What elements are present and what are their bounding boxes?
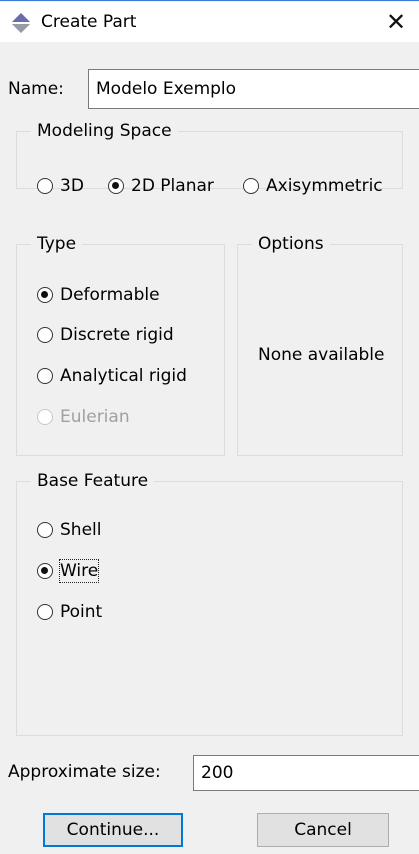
title-bar: Create Part ✕ [0,2,419,42]
radio-shell[interactable]: Shell [37,519,101,541]
create-part-icon [10,13,32,33]
radio-axisymmetric-indicator [243,178,259,194]
name-input[interactable] [88,69,419,109]
radio-discrete-rigid-label: Discrete rigid [60,325,174,345]
radio-axisymmetric-label: Axisymmetric [266,176,383,196]
radio-2d-planar-label: 2D Planar [131,176,214,196]
modeling-space-legend: Modeling Space [31,120,178,142]
radio-wire-label: Wire [58,559,100,583]
radio-shell-indicator [37,522,53,538]
dialog-title: Create Part [41,12,137,32]
radio-wire-indicator [37,563,53,579]
radio-point[interactable]: Point [37,601,102,623]
approximate-size-label: Approximate size: [8,762,161,782]
radio-shell-label: Shell [60,520,102,540]
continue-button[interactable]: Continue... [43,813,183,847]
radio-discrete-rigid-indicator [37,327,53,343]
close-icon: ✕ [385,8,407,36]
radio-3d[interactable]: 3D [37,175,84,197]
radio-3d-indicator [37,178,53,194]
radio-eulerian: Eulerian [37,406,130,428]
type-legend: Type [31,233,83,255]
radio-eulerian-indicator [37,409,53,425]
radio-deformable[interactable]: Deformable [37,284,160,306]
cancel-button[interactable]: Cancel [257,813,389,847]
approximate-size-input[interactable] [193,755,419,791]
create-part-dialog: Create Part ✕ Name: Modeling Space 3D 2D… [0,0,419,854]
options-legend: Options [252,233,330,255]
radio-eulerian-label: Eulerian [60,407,130,427]
radio-3d-label: 3D [60,176,84,196]
close-button[interactable]: ✕ [373,2,419,42]
radio-point-label: Point [60,602,103,622]
base-feature-legend: Base Feature [31,470,155,492]
radio-2d-planar[interactable]: 2D Planar [108,175,214,197]
radio-analytical-rigid[interactable]: Analytical rigid [37,365,187,387]
radio-axisymmetric[interactable]: Axisymmetric [243,175,383,197]
options-none-available: None available [258,345,385,365]
radio-deformable-indicator [37,287,53,303]
name-row: Name: [8,69,72,109]
radio-point-indicator [37,604,53,620]
radio-deformable-label: Deformable [60,285,160,305]
radio-analytical-rigid-label: Analytical rigid [60,366,187,386]
radio-2d-planar-indicator [108,178,124,194]
radio-analytical-rigid-indicator [37,368,53,384]
radio-discrete-rigid[interactable]: Discrete rigid [37,324,174,346]
radio-wire[interactable]: Wire [37,559,100,583]
name-label: Name: [8,79,64,99]
